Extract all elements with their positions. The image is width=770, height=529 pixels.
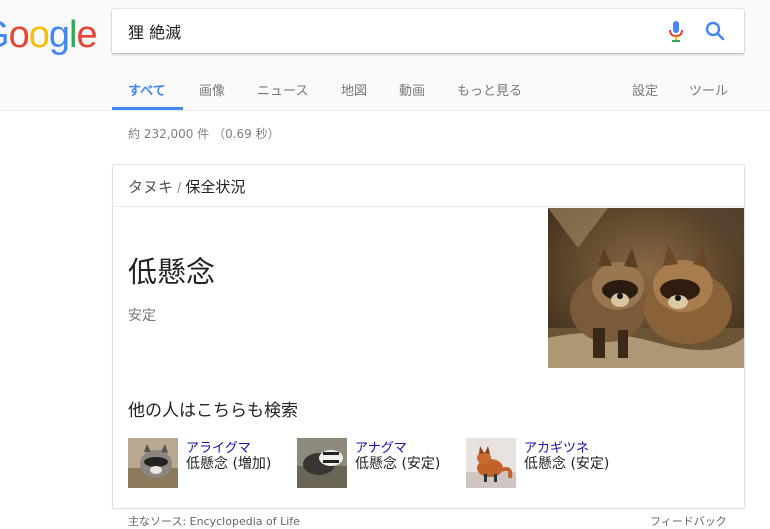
people-also-search-title: 他の人はこちらも検索 [128, 401, 298, 421]
logo-letter: o [8, 14, 30, 56]
related-animal-raccoon[interactable]: アライグマ 低懸念 (増加) [128, 438, 288, 494]
breadcrumb-current: 保全状況 [185, 178, 246, 196]
tab-tools[interactable]: ツール [689, 80, 728, 99]
logo-letter: g [48, 14, 70, 56]
divider [113, 206, 744, 207]
result-stats: 約 232,000 件 （0.69 秒） [128, 127, 280, 141]
tab-maps[interactable]: 地図 [341, 80, 367, 99]
header: Google すべて 画像 ニュース 地図 動画 もっと見る 設定 ツール [0, 0, 770, 111]
search-input[interactable] [128, 20, 648, 42]
logo-letter-g: G [0, 14, 10, 57]
tab-news[interactable]: ニュース [257, 80, 308, 99]
breadcrumb: タヌキ / 保全状況 [128, 176, 245, 197]
tab-videos[interactable]: 動画 [399, 80, 425, 99]
active-tab-indicator [112, 107, 183, 110]
logo-letter: o [28, 14, 50, 56]
related-name[interactable]: アライグマ [186, 437, 251, 456]
search-box [112, 9, 744, 53]
population-trend: 安定 [128, 308, 156, 324]
badger-thumbnail[interactable] [297, 438, 347, 488]
related-animal-badger[interactable]: アナグマ 低懸念 (安定) [297, 438, 457, 494]
related-status: 低懸念 (安定) [355, 456, 441, 472]
search-icon[interactable] [704, 20, 726, 42]
source-note: 主なソース: Encyclopedia of Life [128, 515, 300, 528]
feedback-link[interactable]: フィードバック [650, 513, 727, 529]
tab-more[interactable]: もっと見る [457, 80, 522, 99]
related-status: 低懸念 (増加) [186, 456, 272, 472]
tab-images[interactable]: 画像 [199, 80, 225, 99]
logo-letter: l [68, 14, 78, 56]
tab-settings[interactable]: 設定 [632, 80, 658, 99]
related-name[interactable]: アナグマ [355, 437, 407, 456]
related-animal-red-fox[interactable]: アカギツネ 低懸念 (安定) [466, 438, 626, 494]
conservation-status: 低懸念 [128, 255, 216, 289]
raccoon-thumbnail[interactable] [128, 438, 178, 488]
breadcrumb-parent-link[interactable]: タヌキ [128, 178, 173, 196]
google-logo[interactable]: Google [0, 14, 98, 57]
knowledge-card: タヌキ / 保全状況 低懸念 安定 他の人はこちらも検索 アライグマ 低懸念 (… [112, 164, 745, 509]
raccoon-dog-photo[interactable] [548, 208, 745, 368]
related-status: 低懸念 (安定) [524, 456, 610, 472]
breadcrumb-separator: / [177, 181, 182, 196]
related-name[interactable]: アカギツネ [524, 437, 589, 456]
red-fox-thumbnail[interactable] [466, 438, 516, 488]
search-tabs: すべて 画像 ニュース 地図 動画 もっと見る 設定 ツール [112, 70, 752, 111]
tab-all[interactable]: すべて [128, 80, 166, 99]
microphone-icon[interactable] [666, 20, 686, 42]
logo-letter: e [76, 14, 97, 56]
